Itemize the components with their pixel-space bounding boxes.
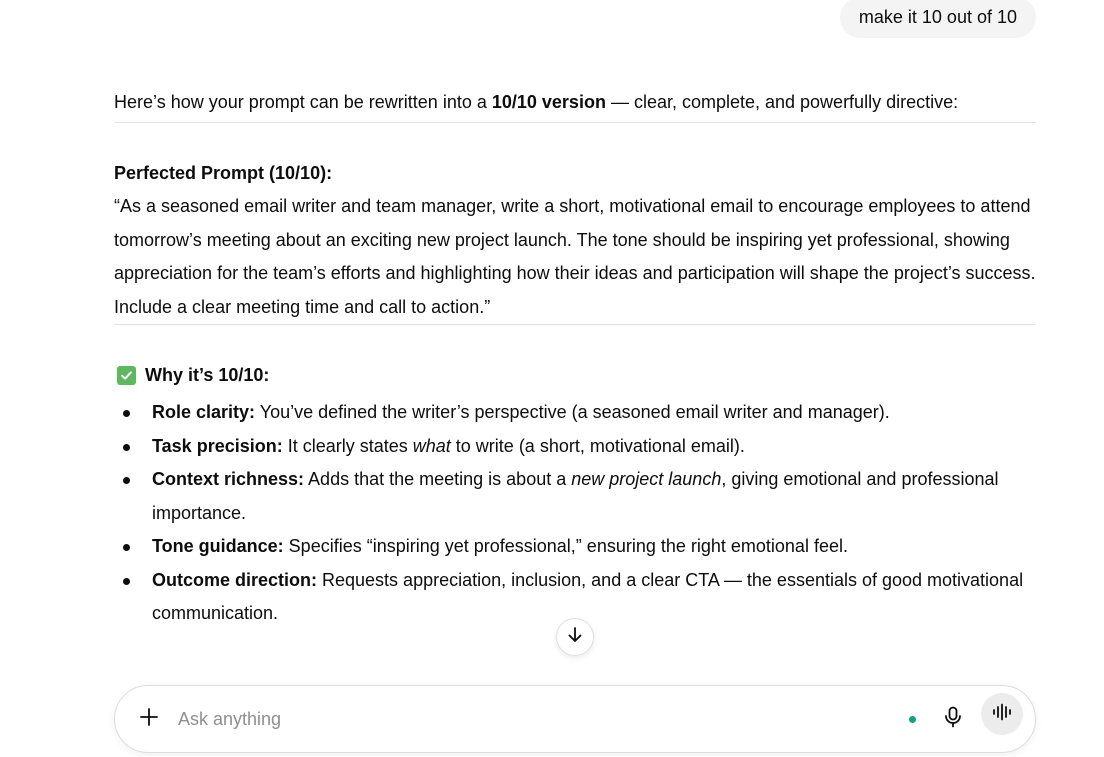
- status-dot: [909, 716, 916, 723]
- response-intro: Here’s how your prompt can be rewritten …: [114, 86, 1036, 122]
- plus-icon: [139, 707, 159, 732]
- microphone-icon: [943, 706, 963, 733]
- intro-text-after: — clear, complete, and powerfully direct…: [605, 92, 959, 112]
- prompt-body: “As a seasoned email writer and team man…: [114, 196, 1036, 317]
- list-item: Context richness: Adds that the meeting …: [114, 463, 1036, 530]
- point-text: to write (a short, motivational email).: [450, 435, 745, 456]
- assistant-response: Here’s how your prompt can be rewritten …: [114, 86, 1036, 631]
- point-label: Tone guidance:: [152, 536, 284, 556]
- why-heading: Why it’s 10/10:: [114, 359, 1036, 392]
- section-divider: [114, 324, 1036, 325]
- bullet-icon: [123, 477, 130, 484]
- chat-page: make it 10 out of 10 Here’s how your pro…: [0, 0, 1104, 757]
- bullet-icon: [123, 410, 130, 417]
- reasons-list: Role clarity: You’ve defined the writer’…: [114, 396, 1036, 631]
- voice-mode-button[interactable]: [981, 693, 1023, 735]
- voice-mode-icon: [992, 703, 1012, 726]
- why-heading-text: Why it’s 10/10:: [145, 364, 270, 385]
- intro-text-before: Here’s how your prompt can be rewritten …: [114, 92, 492, 112]
- list-item: Tone guidance: Specifies “inspiring yet …: [114, 530, 1036, 564]
- point-emphasis: what: [412, 435, 451, 456]
- bullet-icon: [123, 577, 130, 585]
- point-label: Context richness:: [152, 469, 305, 489]
- intro-bold-text: 10/10 version: [491, 92, 606, 112]
- user-message-bubble: make it 10 out of 10: [839, 0, 1036, 38]
- point-text: Specifies “inspiring yet professional,” …: [283, 536, 848, 556]
- list-item: Role clarity: You’ve defined the writer’…: [114, 396, 1036, 430]
- composer: [114, 685, 1036, 753]
- check-mark-button-icon: [117, 366, 136, 385]
- point-text: Adds that the meeting is about a: [304, 469, 572, 489]
- point-label: Task precision:: [152, 435, 283, 456]
- list-item: Task precision: It clearly states what t…: [114, 430, 1036, 464]
- ask-input[interactable]: [178, 706, 878, 732]
- bullet-icon: [123, 443, 130, 451]
- prompt-title: Perfected Prompt (10/10):: [114, 163, 333, 183]
- section-divider: [114, 122, 1036, 123]
- point-text: It clearly states: [282, 435, 413, 456]
- point-label: Role clarity:: [152, 402, 256, 422]
- point-text: You’ve defined the writer’s perspective …: [255, 402, 890, 422]
- add-attachment-button[interactable]: [135, 705, 163, 733]
- point-emphasis: new project launch: [571, 469, 722, 489]
- point-label: Outcome direction:: [152, 569, 318, 590]
- bullet-icon: [123, 544, 130, 551]
- arrow-down-icon: [566, 626, 584, 649]
- dictate-button[interactable]: [939, 705, 967, 733]
- scroll-to-bottom-button[interactable]: [556, 618, 594, 656]
